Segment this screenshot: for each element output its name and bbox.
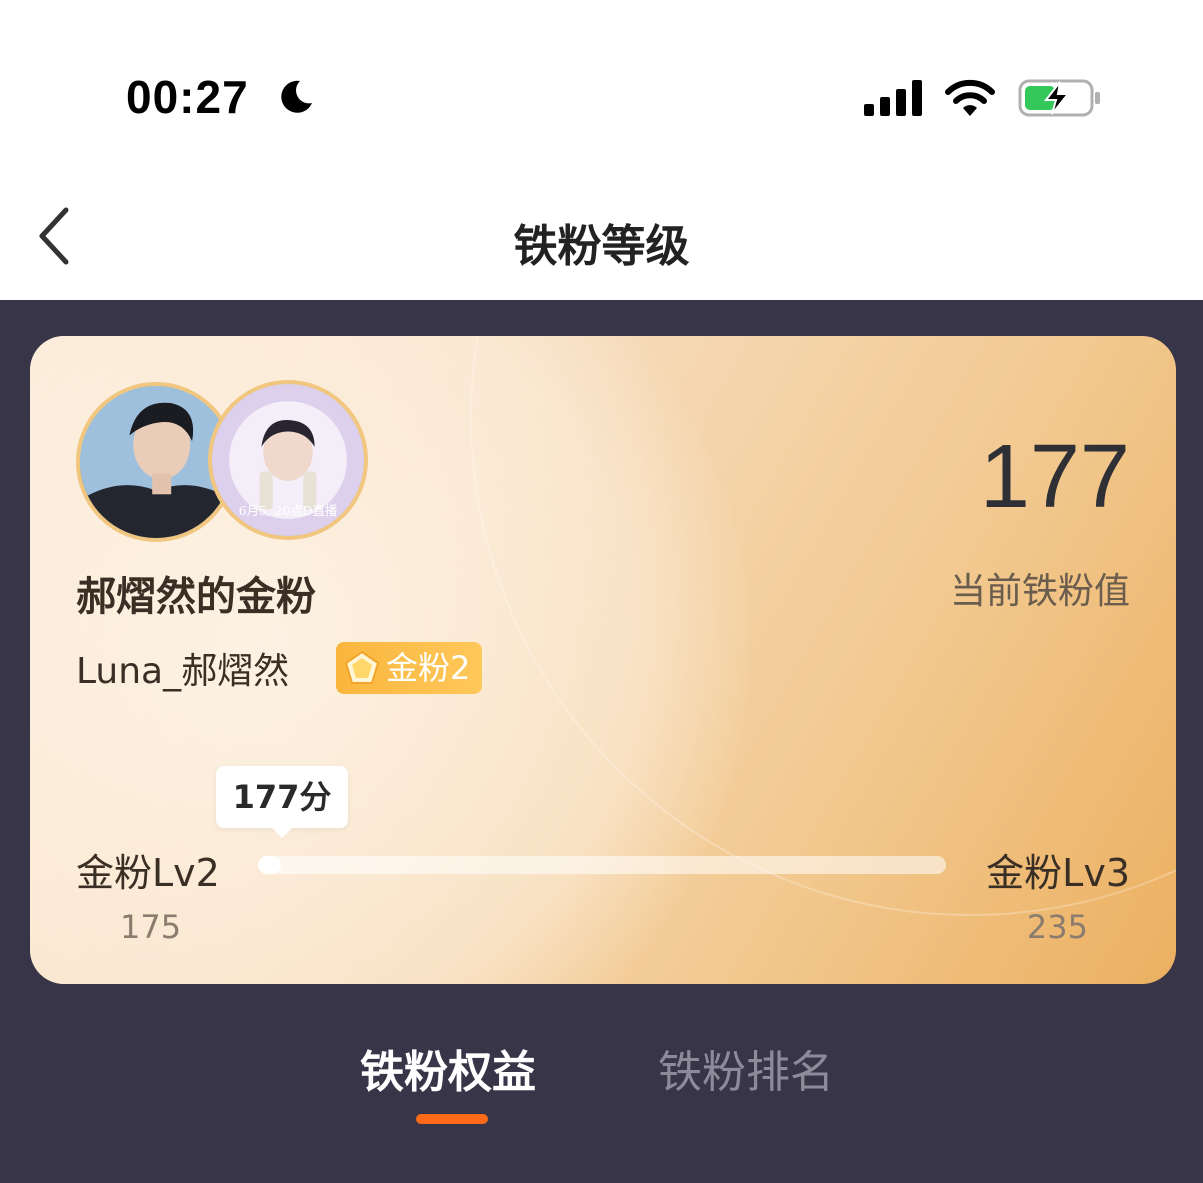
cellular-signal-icon bbox=[864, 80, 922, 116]
nav-bar: 铁粉等级 bbox=[0, 160, 1203, 300]
status-time: 00:27 bbox=[126, 71, 249, 123]
next-level-label: 金粉Lv3 bbox=[986, 851, 1130, 895]
level-badge: 金粉2 bbox=[336, 642, 483, 694]
avatar-caption: 6月5, 20点D直播 bbox=[239, 504, 338, 518]
current-level-min: 175 bbox=[120, 908, 182, 946]
page-title: 铁粉等级 bbox=[513, 221, 690, 272]
current-level-label: 金粉Lv2 bbox=[76, 851, 220, 895]
next-level-min: 235 bbox=[1026, 908, 1088, 946]
progress-fill bbox=[258, 856, 281, 874]
tab-fan-benefits[interactable]: 铁粉权益 bbox=[360, 1036, 536, 1100]
fan-group-title: 郝熠然的金粉 bbox=[76, 574, 316, 620]
fan-score-value: 177 bbox=[979, 427, 1130, 527]
tab-fan-ranking[interactable]: 铁粉排名 bbox=[658, 1036, 834, 1100]
username: Luna_郝熠然 bbox=[76, 651, 290, 692]
progress-tooltip: 177分 bbox=[216, 766, 348, 828]
active-tab-indicator bbox=[416, 1114, 488, 1124]
fan-score-label: 当前铁粉值 bbox=[949, 571, 1130, 612]
moon-icon bbox=[281, 80, 312, 113]
battery-charging-icon bbox=[1018, 79, 1100, 117]
gold-gem-icon bbox=[344, 650, 380, 684]
status-bar: 00:27 bbox=[0, 0, 1203, 160]
idol-avatar[interactable]: 6月5, 20点D直播 bbox=[208, 380, 368, 540]
fan-level-card: 6月5, 20点D直播 郝熠然的金粉 Luna_郝熠然 金粉2 177 当前铁粉… bbox=[30, 336, 1176, 984]
level-badge-label: 金粉2 bbox=[386, 649, 471, 687]
wifi-icon bbox=[945, 79, 995, 116]
tooltip-arrow bbox=[270, 826, 294, 838]
progress-track bbox=[258, 856, 946, 874]
